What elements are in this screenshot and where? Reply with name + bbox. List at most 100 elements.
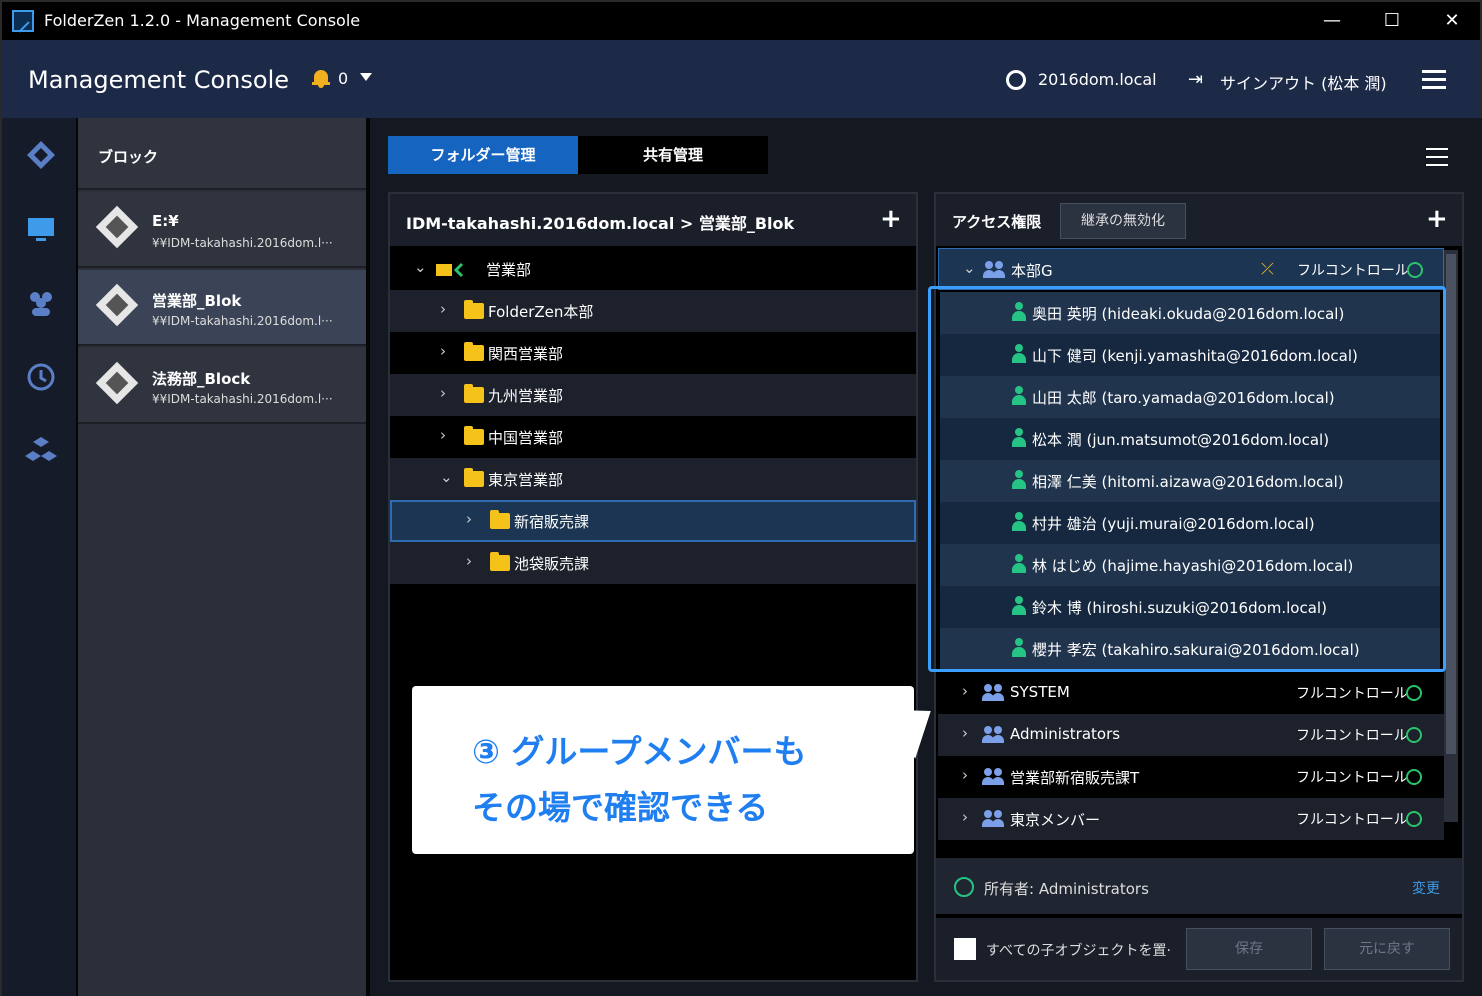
- tree-item-label: 東京営業部: [488, 471, 564, 489]
- tree-item-label: 新宿販売課: [514, 513, 590, 531]
- folder-icon: [464, 300, 484, 319]
- maximize-button[interactable]: ☐: [1372, 6, 1412, 36]
- allow-status-icon: [1406, 685, 1422, 701]
- block-item[interactable]: 法務部_Block ¥¥IDM-takahashi.2016dom.l···: [78, 348, 366, 424]
- group-icon: [982, 684, 1004, 702]
- tree-item[interactable]: › 九州営業部: [390, 374, 916, 416]
- folder-nav-icon[interactable]: [24, 212, 58, 246]
- block-name: E:¥: [152, 212, 179, 230]
- chevron-right-icon[interactable]: ›: [466, 510, 472, 528]
- tree-item-label: 池袋販売課: [514, 555, 590, 573]
- replace-children-checkbox[interactable]: [954, 938, 976, 960]
- domain-icon: [1006, 70, 1026, 90]
- acl-group-label: Administrators: [1010, 725, 1121, 743]
- chevron-right-icon[interactable]: ›: [962, 724, 968, 742]
- resources-nav-icon[interactable]: [24, 434, 58, 468]
- block-list-header: ブロック: [78, 118, 366, 190]
- acl-group-label: 営業部新宿販売課T: [1010, 769, 1140, 787]
- hamburger-menu-icon[interactable]: [1422, 70, 1446, 89]
- bell-icon[interactable]: [312, 68, 330, 88]
- tab-share-management[interactable]: 共有管理: [578, 136, 768, 174]
- acl-group-row-expanded[interactable]: ⌄ 本部G ⤫ フルコントロール: [938, 248, 1444, 290]
- acl-permission: フルコントロール: [1296, 770, 1408, 786]
- block-path: ¥¥IDM-takahashi.2016dom.l···: [152, 314, 333, 328]
- users-nav-icon[interactable]: [24, 286, 58, 320]
- member-highlight-box: [928, 286, 1446, 672]
- allow-status-icon: [1407, 262, 1423, 278]
- signout-link[interactable]: サインアウト (松本 潤): [1220, 70, 1387, 94]
- acl-scrollbar-thumb[interactable]: [1446, 254, 1456, 754]
- chevron-right-icon[interactable]: ›: [962, 766, 968, 784]
- save-button[interactable]: 保存: [1186, 928, 1312, 970]
- tree-item-label: 関西営業部: [488, 345, 564, 363]
- block-list-panel: ブロック E:¥ ¥¥IDM-takahashi.2016dom.l··· 営業…: [78, 118, 370, 996]
- acl-group-row[interactable]: › Administrators フルコントロール: [938, 714, 1444, 756]
- tab-folder-management[interactable]: フォルダー管理: [388, 136, 578, 174]
- tree-item[interactable]: › 関西営業部: [390, 332, 916, 374]
- chevron-right-icon[interactable]: ›: [440, 342, 446, 360]
- history-nav-icon[interactable]: [24, 360, 58, 394]
- folder-path-header: IDM-takahashi.2016dom.local > 営業部_Blok +: [390, 194, 916, 246]
- folder-icon: [464, 342, 484, 361]
- revert-button[interactable]: 元に戻す: [1324, 928, 1450, 970]
- window-title: FolderZen 1.2.0 - Management Console: [44, 11, 361, 30]
- close-button[interactable]: ✕: [1432, 6, 1472, 36]
- notification-count[interactable]: 0: [338, 69, 348, 88]
- tree-item[interactable]: ⌄ 東京営業部: [390, 458, 916, 500]
- folder-icon: [490, 552, 510, 571]
- add-folder-icon[interactable]: +: [880, 204, 902, 234]
- notification-dropdown-icon[interactable]: [360, 73, 372, 81]
- shared-folder-icon: [436, 262, 464, 278]
- app-logo-icon: [12, 10, 34, 32]
- disable-inheritance-button[interactable]: 継承の無効化: [1060, 203, 1186, 239]
- block-item[interactable]: E:¥ ¥¥IDM-takahashi.2016dom.l···: [78, 192, 366, 268]
- folder-path: IDM-takahashi.2016dom.local > 営業部_Blok: [406, 214, 795, 233]
- owner-label: 所有者: Administrators: [984, 880, 1149, 898]
- app-header: Management Console 0 2016dom.local ⇥ サイン…: [0, 40, 1482, 118]
- group-icon: [982, 768, 1004, 786]
- main-area: フォルダー管理 共有管理 IDM-takahashi.2016dom.local…: [370, 118, 1482, 996]
- group-icon: [982, 810, 1004, 828]
- tree-item[interactable]: › FolderZen本部: [390, 290, 916, 332]
- tree-item-label: 営業部: [486, 261, 532, 279]
- folder-icon: [464, 426, 484, 445]
- block-icon: [95, 283, 139, 327]
- chevron-right-icon[interactable]: ›: [962, 682, 968, 700]
- chevron-right-icon[interactable]: ›: [962, 808, 968, 826]
- chevron-right-icon[interactable]: ›: [440, 300, 446, 318]
- tree-item[interactable]: › 中国営業部: [390, 416, 916, 458]
- block-nav-icon[interactable]: [24, 138, 58, 172]
- tree-item-selected[interactable]: › 新宿販売課: [390, 500, 916, 542]
- title-bar: FolderZen 1.2.0 - Management Console — ☐…: [0, 0, 1482, 40]
- acl-group-row[interactable]: › 東京メンバー フルコントロール: [938, 798, 1444, 840]
- owner-bar: 所有者: Administrators 変更: [936, 858, 1462, 914]
- allow-status-icon: [1406, 727, 1422, 743]
- acl-permission: フルコントロール: [1296, 728, 1408, 744]
- chevron-right-icon[interactable]: ›: [466, 552, 472, 570]
- chevron-down-icon[interactable]: ⌄: [963, 259, 976, 277]
- change-owner-link[interactable]: 変更: [1412, 878, 1440, 898]
- chevron-right-icon[interactable]: ›: [440, 384, 446, 402]
- owner-user-icon: [954, 877, 974, 897]
- block-item-selected[interactable]: 営業部_Blok ¥¥IDM-takahashi.2016dom.l···: [78, 270, 366, 346]
- chevron-right-icon[interactable]: ›: [440, 426, 446, 444]
- add-permission-icon[interactable]: +: [1426, 204, 1448, 234]
- app-title: Management Console: [28, 66, 289, 94]
- minimize-button[interactable]: —: [1312, 6, 1352, 36]
- chevron-down-icon[interactable]: ⌄: [414, 258, 427, 276]
- sliders-icon[interactable]: [1426, 146, 1448, 168]
- tree-item-label: 中国営業部: [488, 429, 564, 447]
- acl-group-row[interactable]: › 営業部新宿販売課T フルコントロール: [938, 756, 1444, 798]
- folder-icon: [464, 468, 484, 487]
- folder-tree-panel: IDM-takahashi.2016dom.local > 営業部_Blok +…: [388, 192, 918, 982]
- acl-group-label: 本部G: [1011, 262, 1053, 280]
- acl-group-row[interactable]: › SYSTEM フルコントロール: [938, 672, 1444, 714]
- acl-permission: フルコントロール: [1297, 263, 1409, 279]
- group-icon: [983, 261, 1005, 279]
- tree-item-root[interactable]: ⌄ 営業部: [390, 248, 916, 290]
- replace-children-label: すべての子オブジェクトを置···: [986, 943, 1172, 959]
- allow-status-icon: [1406, 811, 1422, 827]
- tree-item[interactable]: › 池袋販売課: [390, 542, 916, 584]
- chevron-down-icon[interactable]: ⌄: [440, 468, 453, 486]
- signout-icon[interactable]: ⇥: [1188, 69, 1203, 90]
